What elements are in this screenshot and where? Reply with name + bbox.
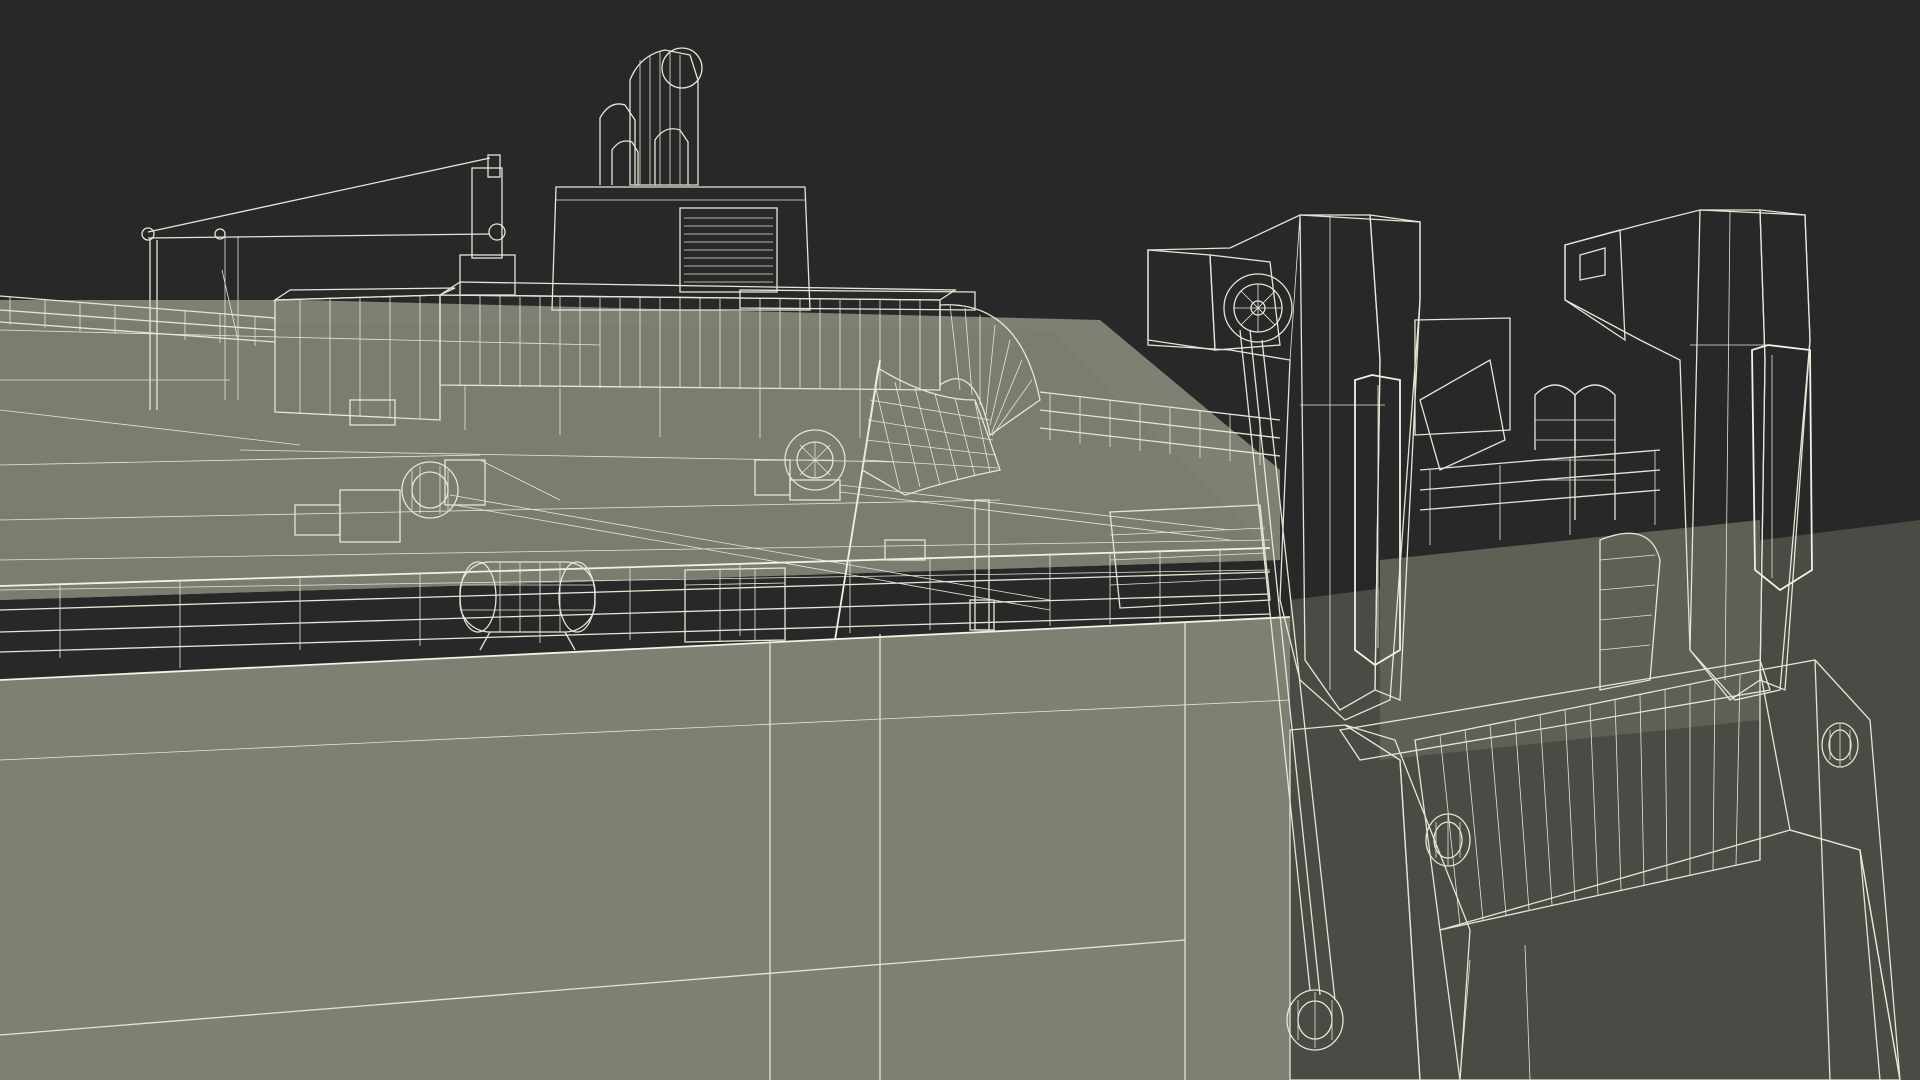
hull-side (0, 616, 1291, 1080)
render-viewport (0, 0, 1920, 1080)
right-structure-shadow (1290, 520, 1920, 1080)
access-ladder (1419, 384, 1661, 545)
exhaust-stacks (599, 47, 703, 186)
rear-deckhouse (1414, 317, 1511, 471)
wireframe-scene (0, 47, 1920, 1080)
